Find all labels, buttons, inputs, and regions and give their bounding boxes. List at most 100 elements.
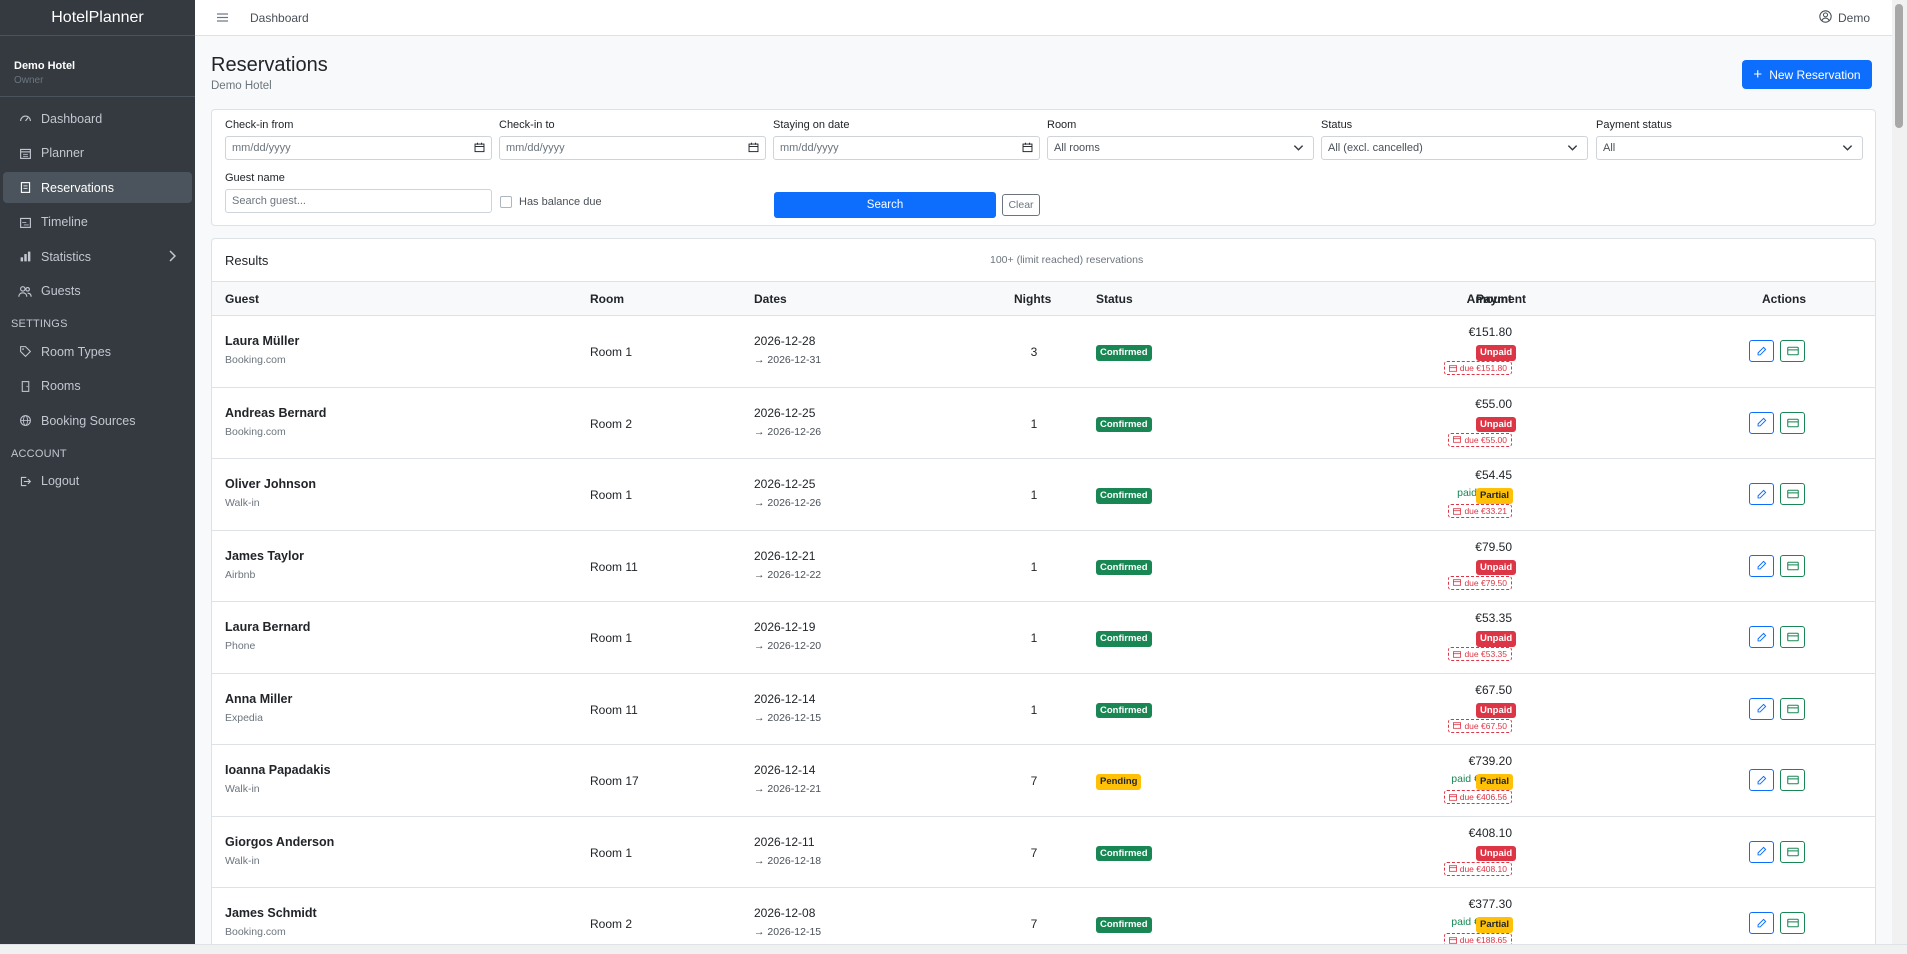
guest-name[interactable]: Anna Miller bbox=[225, 692, 292, 706]
timeline-icon bbox=[18, 215, 32, 229]
sidebar-item-booking-sources[interactable]: Booking Sources bbox=[3, 405, 192, 436]
status-cell: Confirmed bbox=[1096, 487, 1152, 504]
edit-button[interactable] bbox=[1749, 554, 1774, 577]
checkin-to-input[interactable]: mm/dd/yyyy bbox=[499, 136, 766, 160]
logout-icon bbox=[18, 474, 32, 488]
search-button[interactable]: Search bbox=[774, 192, 996, 218]
user-menu[interactable]: Demo bbox=[1819, 10, 1870, 26]
pencil-icon bbox=[1757, 560, 1767, 570]
dates-cell: 2026-12-21 → 2026-12-22 bbox=[754, 549, 821, 581]
edit-button[interactable] bbox=[1749, 483, 1774, 505]
payment-status-label: Payment status bbox=[1596, 119, 1672, 131]
sidebar-item-label: Booking Sources bbox=[41, 413, 136, 428]
guest-name[interactable]: Giorgos Anderson bbox=[225, 835, 334, 849]
checkbox-box[interactable] bbox=[500, 196, 512, 208]
amount-due: due €79.50 bbox=[1448, 575, 1512, 590]
guest-search-placeholder: Search guest... bbox=[232, 195, 306, 207]
credit-card-icon bbox=[1448, 364, 1457, 372]
guest-name[interactable]: Ioanna Papadakis bbox=[225, 763, 331, 777]
credit-card-icon bbox=[1786, 704, 1799, 713]
room-cell: Room 11 bbox=[590, 702, 638, 717]
new-reservation-button[interactable]: + New Reservation bbox=[1742, 60, 1872, 89]
add-payment-button[interactable] bbox=[1780, 626, 1805, 648]
calendar-grid-icon bbox=[18, 146, 32, 160]
credit-card-icon bbox=[1453, 650, 1462, 658]
checkout-date: → 2026-12-20 bbox=[754, 640, 822, 652]
guest-name[interactable]: Oliver Johnson bbox=[225, 477, 316, 491]
add-payment-button[interactable] bbox=[1780, 554, 1805, 577]
edit-button[interactable] bbox=[1749, 840, 1774, 863]
guest-name[interactable]: Laura Bernard bbox=[225, 620, 310, 634]
sidebar-item-planner[interactable]: Planner bbox=[3, 138, 192, 169]
amount-due: due €151.80 bbox=[1443, 361, 1512, 375]
edit-button[interactable] bbox=[1749, 626, 1774, 648]
add-payment-button[interactable] bbox=[1780, 697, 1805, 720]
add-payment-button[interactable] bbox=[1780, 912, 1805, 934]
sidebar-item-statistics[interactable]: Statistics bbox=[3, 241, 192, 272]
add-payment-button[interactable] bbox=[1780, 769, 1805, 791]
has-balance-due-checkbox[interactable]: Has balance due bbox=[500, 196, 602, 208]
menu-toggle-icon[interactable] bbox=[217, 10, 228, 25]
calendar-icon[interactable] bbox=[1022, 142, 1033, 156]
amount-due-text: due €67.50 bbox=[1464, 720, 1507, 731]
credit-card-icon bbox=[1786, 346, 1799, 356]
credit-card-icon bbox=[1786, 418, 1799, 427]
add-payment-button[interactable] bbox=[1780, 411, 1805, 434]
room-select[interactable]: All rooms bbox=[1047, 136, 1314, 160]
sidebar-item-guests[interactable]: Guests bbox=[3, 276, 192, 307]
sidebar-item-dashboard[interactable]: Dashboard bbox=[3, 103, 192, 134]
staying-on-input[interactable]: mm/dd/yyyy bbox=[773, 136, 1040, 160]
amount-total: €55.00 bbox=[1475, 396, 1512, 411]
add-payment-button[interactable] bbox=[1780, 840, 1805, 863]
add-payment-button[interactable] bbox=[1780, 340, 1805, 362]
checkin-from-placeholder: mm/dd/yyyy bbox=[232, 142, 291, 154]
status-badge: Confirmed bbox=[1096, 416, 1152, 432]
payment-badge: Unpaid bbox=[1476, 845, 1517, 861]
calendar-icon[interactable] bbox=[748, 142, 759, 156]
guest-name[interactable]: James Schmidt bbox=[225, 906, 317, 920]
status-select[interactable]: All (excl. cancelled) bbox=[1321, 136, 1588, 160]
bar-chart-icon bbox=[18, 250, 32, 264]
sidebar: HotelPlanner Demo Hotel Owner Dashboard … bbox=[0, 0, 195, 944]
payment-status-select[interactable]: All bbox=[1596, 136, 1863, 160]
guest-name[interactable]: Laura Müller bbox=[225, 334, 299, 348]
scrollbar-thumb[interactable] bbox=[1895, 4, 1903, 128]
sidebar-item-logout[interactable]: Logout bbox=[3, 466, 192, 497]
guest-name[interactable]: Andreas Bernard bbox=[225, 406, 326, 420]
payment-badge: Unpaid bbox=[1476, 631, 1517, 647]
brand-logo[interactable]: HotelPlanner bbox=[0, 0, 195, 36]
amount-due: due €188.65 bbox=[1443, 933, 1512, 944]
edit-button[interactable] bbox=[1749, 912, 1774, 934]
sidebar-item-rooms[interactable]: Rooms bbox=[3, 371, 192, 402]
breadcrumb-dashboard[interactable]: Dashboard bbox=[250, 11, 309, 25]
credit-card-icon bbox=[1786, 918, 1799, 928]
sidebar-item-room-types[interactable]: Room Types bbox=[3, 336, 192, 367]
status-cell: Pending bbox=[1096, 773, 1142, 790]
guest-cell: Anna Miller Expedia bbox=[225, 692, 292, 724]
edit-button[interactable] bbox=[1749, 697, 1774, 720]
status-cell: Confirmed bbox=[1096, 416, 1152, 432]
guest-name[interactable]: James Taylor bbox=[225, 549, 304, 563]
calendar-icon[interactable] bbox=[474, 142, 485, 156]
dates-cell: 2026-12-08 → 2026-12-15 bbox=[754, 906, 821, 938]
user-circle-icon bbox=[1819, 10, 1832, 26]
guest-search-input[interactable]: Search guest... bbox=[225, 189, 492, 213]
amount-due-text: due €33.21 bbox=[1464, 506, 1507, 516]
clear-button[interactable]: Clear bbox=[1002, 194, 1040, 216]
add-payment-button[interactable] bbox=[1780, 483, 1805, 505]
sidebar-item-reservations[interactable]: Reservations bbox=[3, 172, 192, 203]
edit-button[interactable] bbox=[1749, 411, 1774, 434]
room-cell: Room 17 bbox=[590, 774, 639, 788]
room-cell: Room 1 bbox=[590, 631, 633, 645]
edit-button[interactable] bbox=[1749, 769, 1774, 791]
nights-cell: 7 bbox=[1030, 774, 1038, 788]
edit-button[interactable] bbox=[1749, 340, 1774, 362]
sidebar-item-timeline[interactable]: Timeline bbox=[3, 207, 192, 238]
checkin-from-input[interactable]: mm/dd/yyyy bbox=[225, 136, 492, 160]
payment-cell: Unpaid bbox=[1476, 702, 1517, 718]
table-header: Guest Room Dates Nights Status Amount Pa… bbox=[212, 282, 1875, 316]
chevron-right-icon bbox=[168, 250, 177, 265]
chevron-down-icon bbox=[1293, 142, 1304, 156]
nights-cell: 1 bbox=[1030, 631, 1038, 645]
vertical-scrollbar[interactable] bbox=[1892, 0, 1907, 944]
